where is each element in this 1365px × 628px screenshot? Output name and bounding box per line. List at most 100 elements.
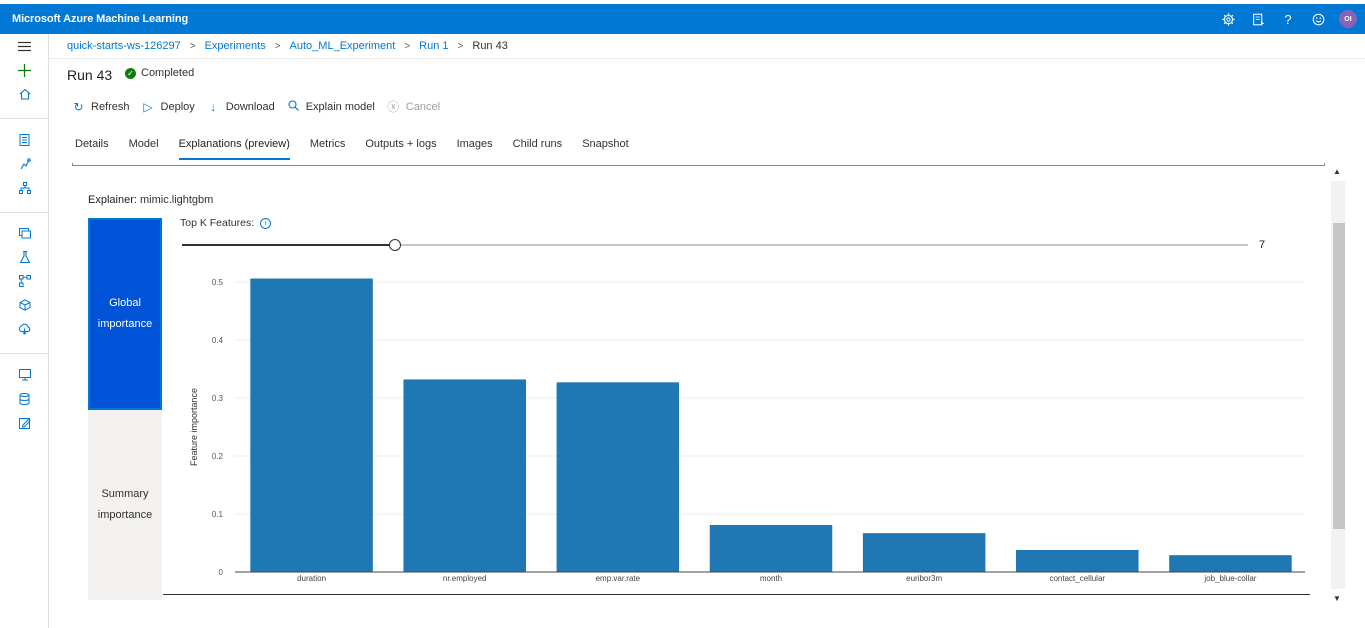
summary-importance-label: Summary importance bbox=[97, 488, 153, 521]
explain-model-button[interactable]: Explain model bbox=[287, 99, 375, 114]
user-avatar[interactable]: OI bbox=[1339, 10, 1357, 28]
cancel-label: Cancel bbox=[405, 100, 441, 113]
deploy-label: Deploy bbox=[160, 100, 195, 113]
topk-label-row: Top K Features: i bbox=[180, 217, 272, 229]
top-bar: Microsoft Azure Machine Learning ? OI bbox=[0, 4, 1365, 34]
refresh-label: Refresh bbox=[91, 100, 130, 113]
x-tick-label: duration bbox=[297, 574, 326, 583]
topbar-icons: ? OI bbox=[1213, 4, 1357, 34]
play-icon: ▷ bbox=[143, 99, 153, 114]
gear-icon[interactable] bbox=[1213, 4, 1243, 34]
tab-child-runs[interactable]: Child runs bbox=[513, 138, 563, 162]
topk-value: 7 bbox=[1259, 239, 1266, 251]
tab-outputs-logs[interactable]: Outputs + logs bbox=[365, 138, 436, 162]
scroll-up-icon[interactable]: ▲ bbox=[1333, 167, 1341, 176]
bar-job_blue-collar bbox=[1169, 555, 1292, 572]
explainer-line: Explainer: mimic.lightgbm bbox=[88, 194, 213, 206]
bar-euribor3m bbox=[862, 533, 986, 572]
scrollbar[interactable]: ▲ ▼ bbox=[1330, 163, 1345, 605]
slider-fill bbox=[182, 244, 395, 246]
y-axis-label: Feature importance bbox=[189, 388, 199, 466]
tab-snapshot[interactable]: Snapshot bbox=[582, 138, 628, 162]
tab-model[interactable]: Model bbox=[129, 138, 159, 162]
feature-importance-chart: 0 0.1 0.2 0.3 0.4 0.5 Feature importance durati… bbox=[189, 278, 1305, 583]
compute-icon[interactable] bbox=[0, 365, 49, 385]
breadcrumb-parent-run[interactable]: Run 1 bbox=[419, 40, 448, 52]
refresh-icon: ↻ bbox=[73, 99, 84, 114]
explain-model-label: Explain model bbox=[305, 100, 375, 113]
global-importance-label: Global importance bbox=[97, 297, 153, 330]
y-tick-label: 0 bbox=[219, 568, 224, 577]
chart-bottom-border bbox=[163, 594, 1310, 595]
endpoints-icon[interactable] bbox=[0, 319, 49, 339]
designer-icon[interactable] bbox=[0, 178, 49, 198]
x-tick-label: month bbox=[760, 574, 782, 583]
download-icon: ↓ bbox=[210, 99, 217, 114]
breadcrumb-experiment[interactable]: Auto_ML_Experiment bbox=[290, 40, 396, 52]
models-icon[interactable] bbox=[0, 295, 49, 315]
tab-images[interactable]: Images bbox=[457, 138, 493, 162]
y-tick-label: 0.1 bbox=[212, 510, 224, 519]
left-nav-rail bbox=[0, 34, 49, 628]
datastores-icon[interactable] bbox=[0, 389, 49, 409]
tab-details[interactable]: Details bbox=[75, 138, 109, 162]
x-tick-label: euribor3m bbox=[906, 574, 942, 583]
bar-month bbox=[709, 525, 833, 572]
hamburger-menu-icon[interactable] bbox=[0, 36, 49, 56]
datasets-icon[interactable] bbox=[0, 223, 49, 243]
topk-slider[interactable] bbox=[182, 238, 1248, 252]
global-importance-toggle[interactable]: Global importance bbox=[88, 218, 162, 410]
content-frame-edge bbox=[72, 163, 1325, 166]
bar-duration bbox=[250, 278, 373, 572]
tab-explanations[interactable]: Explanations (preview) bbox=[178, 138, 291, 162]
y-tick-label: 0.3 bbox=[212, 394, 224, 403]
data-labeling-icon[interactable] bbox=[0, 413, 49, 433]
summary-importance-toggle[interactable]: Summary importance bbox=[88, 410, 162, 600]
home-icon[interactable] bbox=[0, 84, 49, 104]
info-icon[interactable]: i bbox=[260, 217, 272, 229]
scroll-thumb[interactable] bbox=[1333, 223, 1345, 529]
explainer-label: Explainer: bbox=[88, 194, 137, 206]
automated-ml-icon[interactable] bbox=[0, 154, 49, 174]
page-title: Run 43 bbox=[67, 67, 113, 83]
help-icon[interactable]: ? bbox=[1273, 4, 1303, 34]
refresh-button[interactable]: ↻ Refresh bbox=[72, 99, 130, 114]
bar-contact_cellular bbox=[1016, 549, 1139, 572]
breadcrumb: quick-starts-ws-126297 > Experiments > A… bbox=[67, 39, 508, 53]
scroll-down-icon[interactable]: ▼ bbox=[1333, 594, 1341, 603]
breadcrumb-workspace[interactable]: quick-starts-ws-126297 bbox=[67, 40, 181, 52]
bar-nr.employed bbox=[403, 379, 526, 572]
search-icon bbox=[287, 99, 300, 114]
status-badge: ✓ Completed bbox=[125, 67, 194, 79]
slider-thumb[interactable] bbox=[389, 239, 401, 251]
header-divider bbox=[49, 58, 1365, 59]
notebooks-icon[interactable] bbox=[0, 130, 49, 150]
smiley-icon[interactable] bbox=[1303, 4, 1333, 34]
cancel-button[interactable]: ⓧ Cancel bbox=[387, 98, 440, 115]
y-tick-label: 0.5 bbox=[212, 278, 224, 287]
pipelines-icon[interactable] bbox=[0, 271, 49, 291]
x-tick-label: contact_cellular bbox=[1049, 574, 1105, 583]
status-text: Completed bbox=[141, 67, 195, 79]
chevron-right-icon: > bbox=[189, 40, 196, 52]
tab-metrics[interactable]: Metrics bbox=[310, 138, 345, 162]
deploy-button[interactable]: ▷ Deploy bbox=[142, 99, 195, 114]
create-new-icon[interactable] bbox=[0, 60, 49, 80]
chevron-right-icon: > bbox=[404, 40, 411, 52]
command-bar: ↻ Refresh ▷ Deploy ↓ Download Explain mo… bbox=[72, 98, 452, 115]
y-tick-label: 0.4 bbox=[212, 336, 224, 345]
x-tick-label: job_blue-collar bbox=[1203, 574, 1256, 583]
breadcrumb-current: Run 43 bbox=[472, 40, 508, 52]
cancel-icon: ⓧ bbox=[387, 100, 400, 114]
download-button[interactable]: ↓ Download bbox=[207, 99, 274, 114]
x-tick-label: emp.var.rate bbox=[596, 574, 641, 583]
bar-emp.var.rate bbox=[556, 382, 680, 572]
feedback-icon[interactable] bbox=[1243, 4, 1273, 34]
explainer-value: mimic.lightgbm bbox=[139, 194, 214, 206]
chevron-right-icon: > bbox=[457, 40, 464, 52]
topk-label: Top K Features: bbox=[180, 217, 255, 229]
tab-bar: Details Model Explanations (preview) Met… bbox=[75, 138, 649, 162]
experiments-icon[interactable] bbox=[0, 247, 49, 267]
breadcrumb-experiments[interactable]: Experiments bbox=[205, 40, 266, 52]
app-title: Microsoft Azure Machine Learning bbox=[12, 13, 189, 25]
